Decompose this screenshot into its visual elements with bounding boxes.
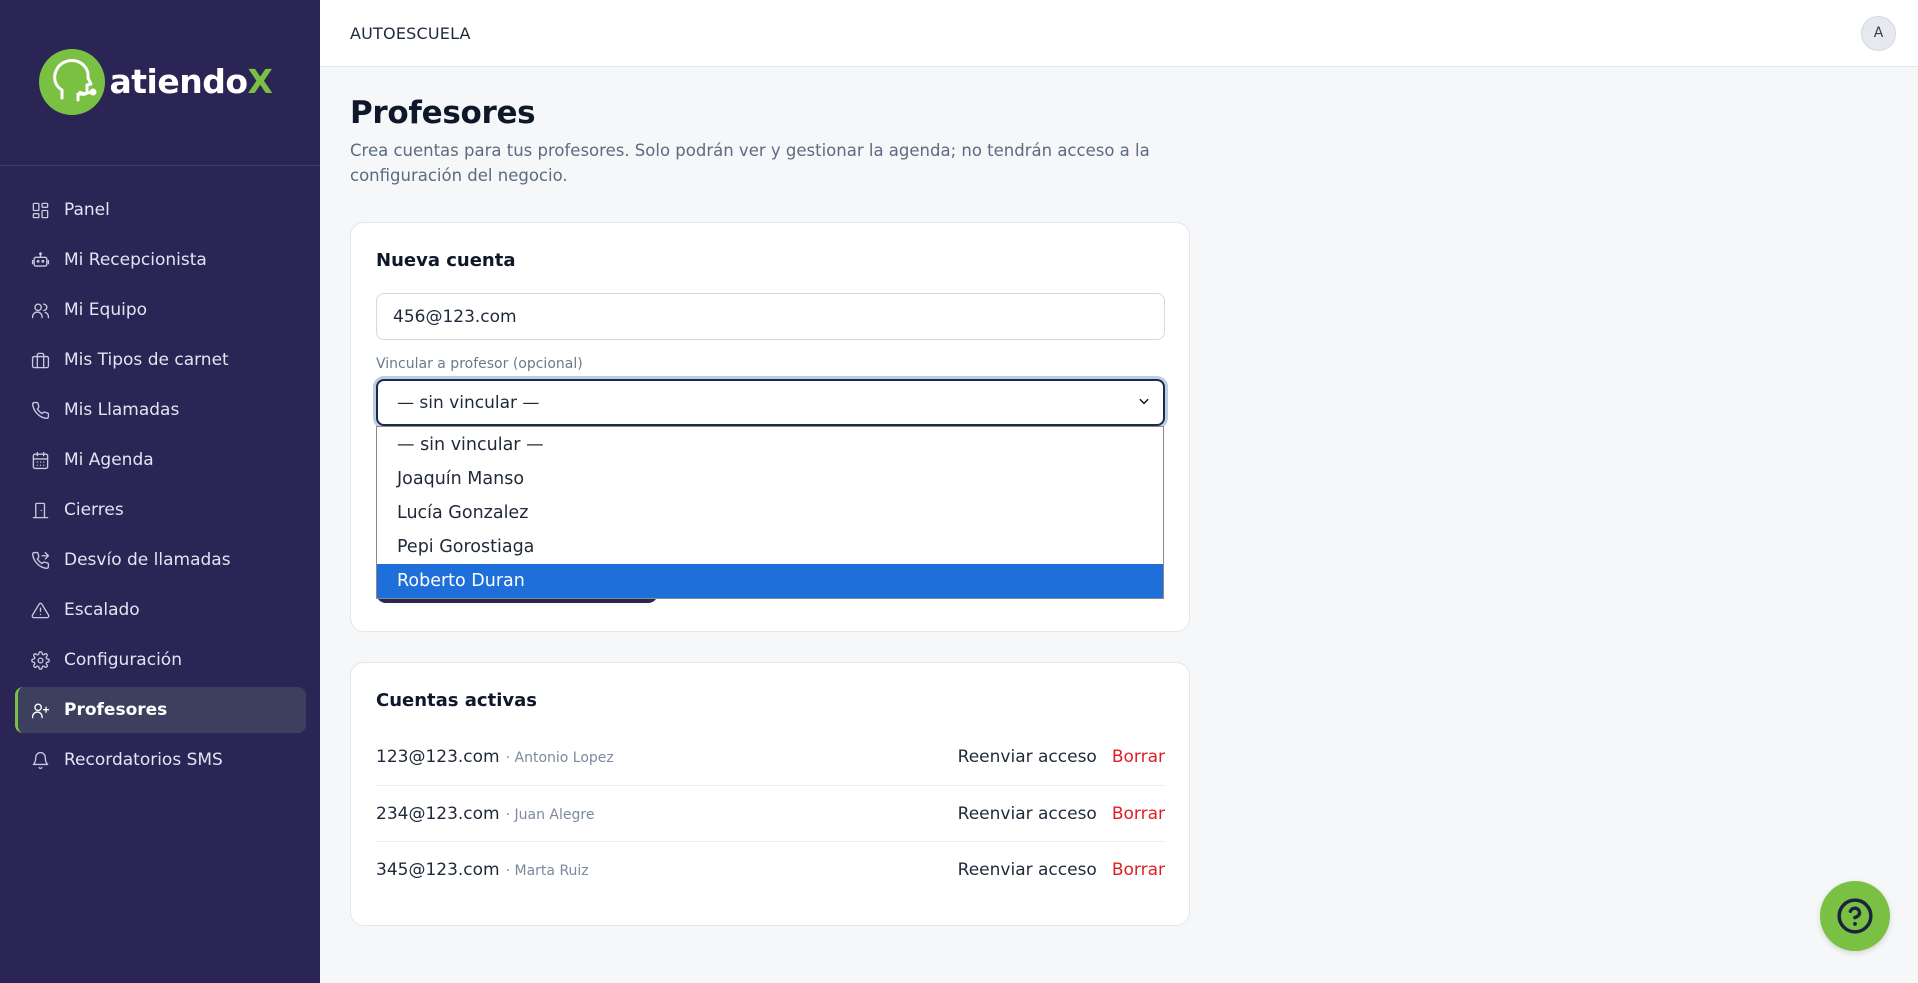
- sidebar-item-label: Mis Tipos de carnet: [64, 350, 229, 370]
- chevron-down-icon: [1137, 393, 1151, 413]
- calendar-icon: [30, 450, 50, 470]
- sidebar-item-recordatorios-sms[interactable]: Recordatorios SMS: [15, 737, 306, 783]
- active-accounts-card: Cuentas activas 123@123.com · Antonio Lo…: [350, 662, 1190, 926]
- sidebar-item-label: Escalado: [64, 600, 140, 620]
- new-account-title: Nueva cuenta: [376, 250, 516, 271]
- account-email: 345@123.com: [376, 859, 500, 880]
- sidebar-item-mi-agenda[interactable]: Mi Agenda: [15, 437, 306, 483]
- account-professor: · Marta Ruiz: [505, 862, 589, 879]
- select-option[interactable]: Joaquín Manso: [377, 462, 1163, 496]
- phone-icon: [30, 400, 50, 420]
- account-professor: · Antonio Lopez: [505, 750, 614, 766]
- account-row: 234@123.com · Juan Alegre Reenviar acces…: [376, 785, 1165, 841]
- professor-select[interactable]: — sin vincular —: [376, 379, 1165, 426]
- logo-text: atiendoX: [109, 62, 273, 101]
- avatar[interactable]: A: [1861, 15, 1896, 51]
- logo[interactable]: atiendoX: [0, 0, 320, 166]
- page-description: Crea cuentas para tus profesores. Solo p…: [350, 141, 1150, 185]
- page-title: Profesores: [350, 95, 536, 131]
- resend-access-link[interactable]: Reenviar acceso: [958, 804, 1097, 824]
- professor-select-value: — sin vincular —: [397, 392, 540, 413]
- gear-icon: [30, 650, 50, 670]
- sidebar-item-label: Panel: [64, 200, 110, 220]
- resend-access-link[interactable]: Reenviar acceso: [958, 747, 1097, 767]
- warning-icon: [30, 600, 50, 620]
- link-professor-label: Vincular a profesor (opcional): [376, 356, 583, 372]
- sidebar-item-label: Mi Agenda: [64, 450, 154, 470]
- briefcase-icon: [30, 350, 50, 370]
- users-icon: [30, 300, 50, 320]
- door-icon: [30, 500, 50, 520]
- sidebar-item-profesores[interactable]: Profesores: [15, 687, 306, 733]
- topbar: AUTOESCUELA A: [320, 0, 1918, 67]
- sidebar-item-mi-recepcionista[interactable]: Mi Recepcionista: [15, 237, 306, 283]
- sidebar-item-desvio-llamadas[interactable]: Desvío de llamadas: [15, 537, 306, 583]
- help-button[interactable]: [1820, 881, 1890, 951]
- user-plus-icon: [30, 700, 50, 720]
- delete-account-link[interactable]: Borrar: [1112, 747, 1165, 767]
- professor-select-dropdown: — sin vincular — Joaquín Manso Lucía Gon…: [376, 426, 1164, 599]
- account-email: 123@123.com: [376, 747, 500, 767]
- sidebar-item-panel[interactable]: Panel: [15, 187, 306, 233]
- bell-icon: [30, 750, 50, 770]
- account-email: 234@123.com: [376, 803, 500, 824]
- sidebar-item-tipos-carnet[interactable]: Mis Tipos de carnet: [15, 337, 306, 383]
- sidebar-item-cierres[interactable]: Cierres: [15, 487, 306, 533]
- business-name: AUTOESCUELA: [350, 23, 471, 43]
- resend-access-link[interactable]: Reenviar acceso: [958, 860, 1097, 880]
- sidebar-item-label: Profesores: [64, 700, 168, 720]
- select-option[interactable]: Lucía Gonzalez: [377, 496, 1163, 530]
- sidebar-nav: Panel Mi Recepcionista Mi Equipo Mis Tip…: [0, 166, 320, 783]
- robot-icon: [30, 250, 50, 270]
- help-icon: [1837, 898, 1873, 934]
- main-content: Profesores Crea cuentas para tus profeso…: [350, 67, 1890, 926]
- sidebar-item-escalado[interactable]: Escalado: [15, 587, 306, 633]
- sidebar-item-label: Configuración: [64, 650, 182, 670]
- sidebar-item-label: Cierres: [64, 500, 124, 520]
- dashboard-icon: [30, 200, 50, 220]
- select-option[interactable]: — sin vincular —: [377, 428, 1163, 462]
- select-option[interactable]: Pepi Gorostiaga: [377, 530, 1163, 564]
- select-option-highlighted[interactable]: Roberto Duran: [377, 564, 1163, 598]
- logo-head-icon: [38, 48, 105, 115]
- sidebar: atiendoX Panel Mi Recepcionista Mi Equip…: [0, 0, 320, 983]
- sidebar-item-label: Mi Recepcionista: [64, 250, 207, 270]
- account-professor: · Juan Alegre: [505, 806, 595, 823]
- email-input[interactable]: 456@123.com: [376, 293, 1165, 340]
- sidebar-item-label: Mis Llamadas: [64, 400, 180, 420]
- delete-account-link[interactable]: Borrar: [1112, 804, 1165, 824]
- sidebar-item-mis-llamadas[interactable]: Mis Llamadas: [15, 387, 306, 433]
- sidebar-item-configuracion[interactable]: Configuración: [15, 637, 306, 683]
- sidebar-item-label: Desvío de llamadas: [64, 550, 231, 570]
- active-accounts-title: Cuentas activas: [376, 690, 537, 711]
- account-row: 345@123.com · Marta Ruiz Reenviar acceso…: [376, 841, 1165, 897]
- phone-forward-icon: [30, 550, 50, 570]
- delete-account-link[interactable]: Borrar: [1112, 860, 1165, 880]
- sidebar-item-label: Recordatorios SMS: [64, 750, 223, 770]
- sidebar-item-label: Mi Equipo: [64, 300, 148, 320]
- account-row: 123@123.com · Antonio Lopez Reenviar acc…: [376, 729, 1165, 785]
- sidebar-item-mi-equipo[interactable]: Mi Equipo: [15, 287, 306, 333]
